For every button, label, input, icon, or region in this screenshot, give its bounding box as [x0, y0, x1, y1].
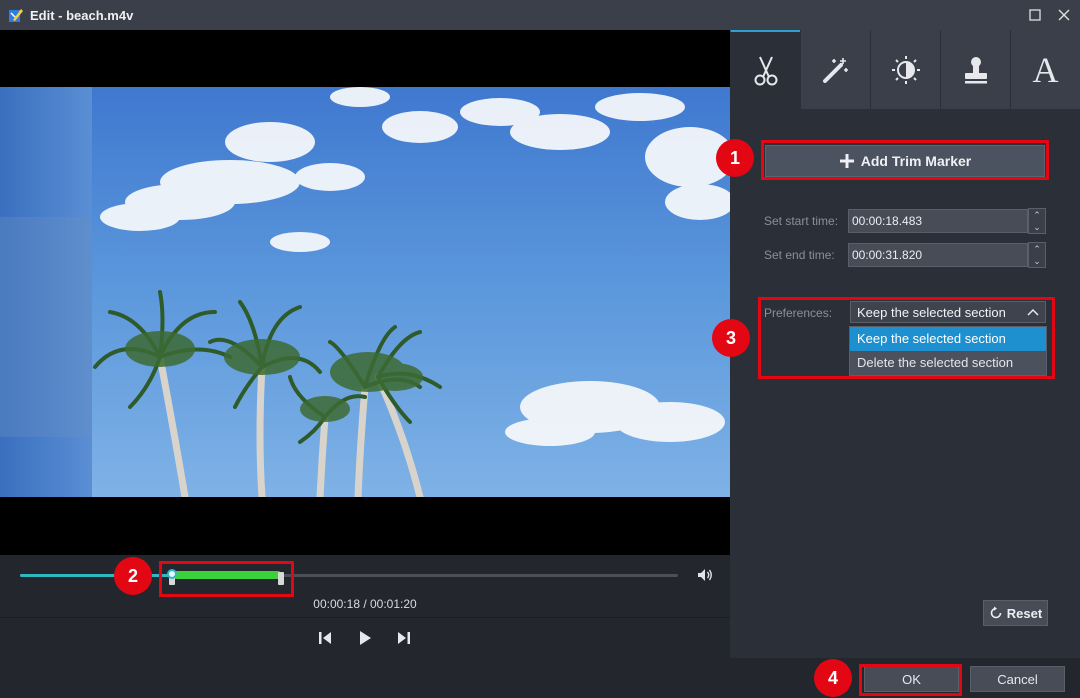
annotation-badge-2: 2 [114, 557, 152, 595]
option-delete-selected[interactable]: Delete the selected section [850, 351, 1046, 375]
start-time-stepper[interactable]: ⌃ ⌄ [1028, 208, 1046, 234]
play-button[interactable] [355, 627, 375, 649]
preferences-dropdown: Keep the selected section Delete the sel… [849, 326, 1047, 376]
annotation-badge-1: 1 [716, 139, 754, 177]
chevron-down-icon[interactable]: ⌄ [1029, 221, 1045, 233]
chevron-up-icon [1027, 308, 1039, 316]
trim-range[interactable] [170, 571, 280, 579]
text-icon: A [1032, 49, 1059, 90]
preferences-label: Preferences: [764, 306, 833, 320]
stamp-icon [964, 56, 987, 83]
play-icon [360, 631, 371, 645]
window-title: Edit - beach.m4v [30, 8, 134, 23]
tab-text[interactable]: A [1010, 30, 1080, 109]
video-preview[interactable] [0, 30, 730, 555]
tab-adjust[interactable] [870, 30, 940, 109]
playhead[interactable] [167, 569, 177, 579]
app-edit-icon [9, 9, 23, 22]
add-trim-marker-button[interactable]: Add Trim Marker [765, 145, 1045, 177]
tab-trim[interactable] [730, 30, 800, 109]
end-time-input[interactable] [848, 243, 1028, 267]
start-time-input[interactable] [848, 209, 1028, 233]
annotation-badge-4: 4 [814, 659, 852, 697]
plus-icon [839, 154, 854, 168]
start-time-label: Set start time: [764, 214, 839, 228]
preferences-selected-value: Keep the selected section [857, 304, 1006, 320]
reset-button[interactable]: Reset [983, 600, 1048, 626]
reset-icon [990, 606, 1002, 619]
reset-label: Reset [1006, 605, 1043, 621]
ok-button[interactable]: OK [864, 666, 959, 692]
magic-wand-icon [822, 57, 848, 83]
option-keep-selected[interactable]: Keep the selected section [850, 327, 1046, 351]
volume-icon[interactable] [696, 567, 714, 583]
close-icon [1058, 9, 1070, 21]
tab-effect[interactable] [800, 30, 870, 109]
chevron-up-icon[interactable]: ⌃ [1029, 243, 1045, 255]
close-button[interactable] [1054, 5, 1074, 25]
end-time-stepper[interactable]: ⌃ ⌄ [1028, 242, 1046, 268]
annotation-badge-3: 3 [712, 319, 750, 357]
brightness-icon [891, 55, 920, 84]
edit-window: Edit - beach.m4v 00:00:18 / 00:01:20 A A… [0, 0, 1080, 698]
tab-watermark[interactable] [940, 30, 1010, 109]
edit-tabs: A [730, 30, 1080, 109]
end-time-label: Set end time: [764, 248, 835, 262]
title-bar: Edit - beach.m4v [0, 0, 1080, 30]
next-frame-icon [398, 632, 410, 644]
cancel-button[interactable]: Cancel [970, 666, 1065, 692]
add-trim-marker-label: Add Trim Marker [860, 153, 972, 169]
scissors-icon [754, 56, 777, 85]
maximize-icon [1029, 9, 1041, 21]
preferences-select[interactable]: Keep the selected section [850, 301, 1046, 323]
previous-frame-icon [319, 632, 331, 644]
edit-panel: A Add Trim Marker Set start time: ⌃ ⌄ Se… [730, 30, 1080, 658]
video-frame-image [0, 87, 730, 497]
time-readout: 00:00:18 / 00:01:20 [313, 597, 417, 611]
trim-end-handle[interactable] [278, 572, 284, 585]
controls-divider [0, 617, 730, 618]
player-controls: 00:00:18 / 00:01:20 [0, 555, 730, 658]
chevron-down-icon[interactable]: ⌄ [1029, 255, 1045, 267]
chevron-up-icon[interactable]: ⌃ [1029, 209, 1045, 221]
maximize-button[interactable] [1025, 5, 1045, 25]
dialog-footer: OK Cancel [0, 658, 1080, 698]
previous-frame-button[interactable] [315, 627, 335, 649]
next-frame-button[interactable] [394, 627, 414, 649]
